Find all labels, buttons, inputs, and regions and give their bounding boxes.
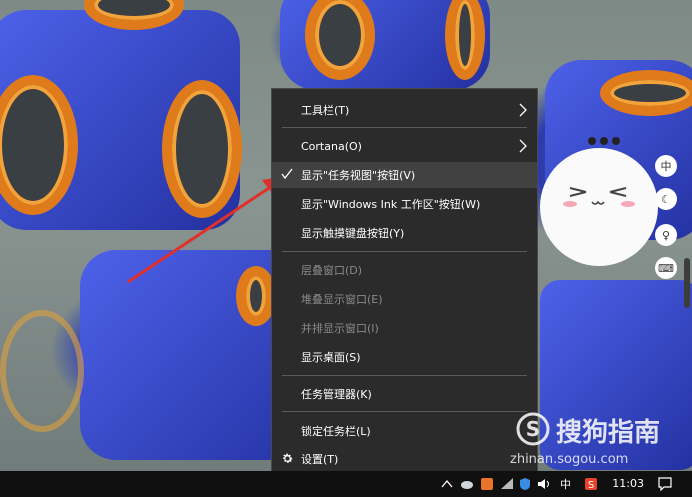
watermark-url: zhinan.sogou.com: [510, 452, 629, 467]
menu-item-lock-taskbar[interactable]: 锁定任务栏(L): [272, 418, 537, 444]
menu-item-show-touch-keyboard[interactable]: 显示触摸键盘按钮(Y): [272, 220, 537, 246]
sogou-logo-icon: S: [516, 412, 550, 446]
menu-item-label: 锁定任务栏(L): [301, 425, 371, 438]
menu-item-task-manager[interactable]: 任务管理器(K): [272, 381, 537, 407]
pin-icon[interactable]: ♀: [655, 224, 677, 246]
network-icon[interactable]: [500, 477, 514, 491]
sogou-tray-icon[interactable]: [480, 477, 494, 491]
menu-item-label: 显示桌面(S): [301, 351, 361, 364]
menu-item-label: 显示"任务视图"按钮(V): [301, 169, 416, 182]
wallpaper-reflection: [0, 310, 84, 432]
volume-icon[interactable]: [537, 478, 551, 490]
wallpaper-ring: [236, 266, 276, 326]
chevron-up-icon[interactable]: [441, 479, 453, 489]
menu-item-label: 显示触摸键盘按钮(Y): [301, 227, 405, 240]
menu-item-side-by-side: 并排显示窗口(I): [272, 315, 537, 341]
notification-icon[interactable]: [658, 477, 672, 491]
menu-item-label: 堆叠显示窗口(E): [301, 293, 383, 306]
menu-item-cortana[interactable]: Cortana(O): [272, 133, 537, 159]
menu-item-show-desktop[interactable]: 显示桌面(S): [272, 344, 537, 370]
wallpaper-ring: [162, 80, 242, 218]
menu-separator: [282, 411, 527, 412]
menu-separator: [282, 127, 527, 128]
taskbar-context-menu: 工具栏(T) Cortana(O) 显示"任务视图"按钮(V) 显示"Windo…: [271, 88, 538, 475]
side-scroll-bar[interactable]: [684, 258, 690, 308]
moon-icon[interactable]: ☾: [655, 188, 677, 210]
taskbar: 中 S 11:03: [0, 471, 692, 497]
menu-item-label: 任务管理器(K): [301, 388, 372, 401]
menu-item-settings[interactable]: 设置(T): [272, 446, 537, 472]
menu-separator: [282, 375, 527, 376]
keyboard-icon[interactable]: ⌨: [655, 257, 677, 279]
checkmark-icon: [281, 168, 293, 180]
ime-indicator[interactable]: 中: [560, 476, 571, 492]
menu-item-show-task-view[interactable]: 显示"任务视图"按钮(V): [272, 162, 537, 188]
wallpaper-ring: [600, 70, 692, 116]
menu-item-stack-windows: 堆叠显示窗口(E): [272, 286, 537, 312]
menu-item-label: 并排显示窗口(I): [301, 322, 379, 335]
sogou-icon[interactable]: S: [584, 477, 598, 491]
menu-item-label: 设置(T): [301, 453, 339, 466]
menu-item-label: Cortana(O): [301, 139, 362, 153]
cloud-icon[interactable]: [460, 478, 474, 490]
watermark-brand: 搜狗指南: [556, 418, 661, 448]
menu-item-label: 显示"Windows Ink 工作区"按钮(W): [301, 198, 481, 211]
chevron-right-icon: [519, 103, 527, 117]
gear-icon: [283, 453, 293, 463]
chevron-right-icon: [519, 139, 527, 153]
menu-item-label: 层叠窗口(D): [301, 264, 363, 277]
menu-item-label: 工具栏(T): [301, 104, 350, 117]
svg-text:S: S: [588, 480, 594, 491]
mascot-dots-icon: [588, 137, 620, 145]
mascot-face-icon: [563, 187, 635, 207]
taskbar-clock[interactable]: 11:03: [612, 477, 644, 490]
menu-item-toolbars[interactable]: 工具栏(T): [272, 97, 537, 123]
menu-separator: [282, 251, 527, 252]
menu-item-cascade-windows: 层叠窗口(D): [272, 257, 537, 283]
menu-item-show-windows-ink[interactable]: 显示"Windows Ink 工作区"按钮(W): [272, 191, 537, 217]
shield-icon[interactable]: [519, 477, 531, 491]
ime-chinese-button[interactable]: 中: [655, 155, 677, 177]
sogou-mascot-bubble: [540, 148, 658, 266]
svg-text:S: S: [526, 417, 540, 441]
